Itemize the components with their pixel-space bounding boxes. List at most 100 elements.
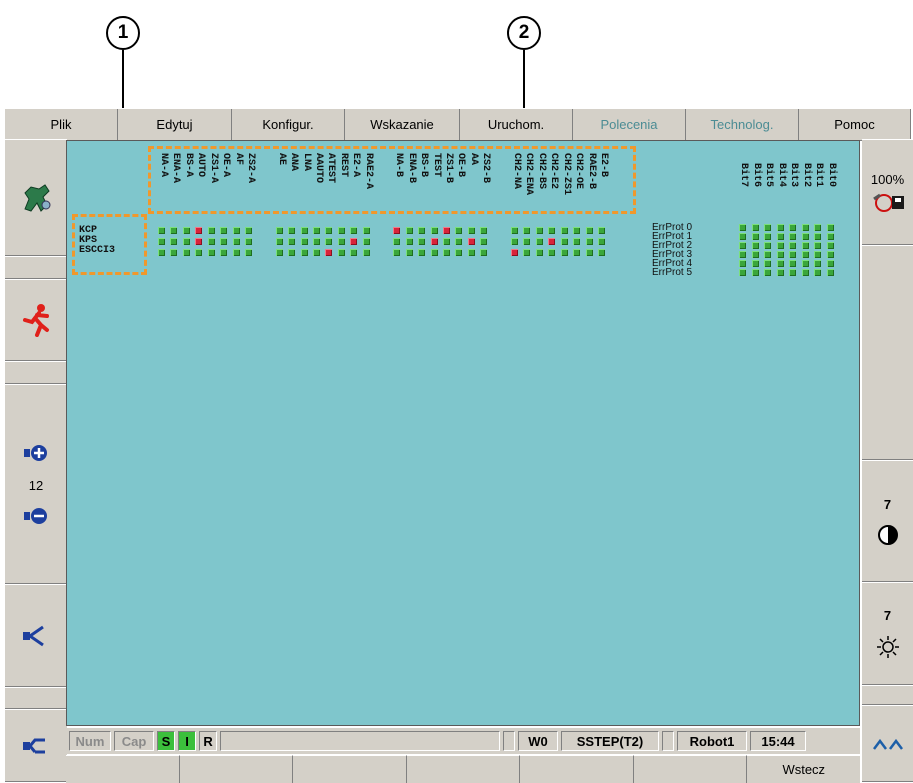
err-prot-5: ErrProt 5 [652, 267, 693, 278]
io-led [597, 238, 605, 245]
signal-label: CH2-ZS1 [560, 153, 572, 196]
io-led [275, 238, 283, 245]
io-led [288, 249, 296, 256]
io-led [535, 249, 543, 256]
io-led [275, 227, 283, 234]
menu-technolog[interactable]: Technolog. [686, 109, 799, 140]
io-led [300, 249, 308, 256]
io-led [207, 227, 215, 234]
override-button[interactable]: 100% [862, 139, 913, 245]
io-led [597, 227, 605, 234]
io-led [455, 227, 463, 234]
toggle-sidebar-button[interactable] [862, 705, 913, 782]
io-led [523, 249, 531, 256]
err-prot-led [751, 224, 759, 231]
menu-uruchom[interactable]: Uruchom. [460, 109, 573, 140]
softkey-2[interactable] [179, 755, 294, 783]
io-led [510, 238, 518, 245]
err-prot-led [751, 242, 759, 249]
signal-label: AA [467, 153, 479, 166]
io-led [467, 249, 475, 256]
tool-icon [23, 738, 45, 753]
io-led [182, 238, 190, 245]
menu-pomoc[interactable]: Pomoc [799, 109, 911, 140]
err-prot-led [739, 224, 746, 231]
softkey-1[interactable] [66, 755, 180, 783]
running-man-icon [23, 304, 49, 337]
jog-keys: 12 [5, 384, 67, 584]
robot-name: Robot1 [677, 731, 747, 751]
err-prot-led [739, 251, 746, 258]
io-led [337, 249, 345, 256]
signal-label: CH2-OE [573, 153, 585, 190]
io-led [207, 249, 215, 256]
menu-edytuj[interactable]: Edytuj [118, 109, 232, 140]
signal-label: CH2-E2 [548, 153, 560, 190]
jog-plus-icon[interactable] [22, 444, 50, 462]
signal-label: RAE2-B [585, 153, 597, 190]
sidebar-spacer-3 [5, 687, 67, 709]
io-led [220, 249, 228, 256]
softkey-3[interactable] [293, 755, 407, 783]
menu-polecenia[interactable]: Polecenia [573, 109, 686, 140]
io-led [232, 249, 240, 256]
io-led [158, 238, 165, 245]
io-led [245, 227, 253, 234]
err-prot-led [739, 260, 746, 267]
tool-button[interactable] [5, 709, 67, 782]
signal-label: BS-B [418, 153, 430, 178]
io-led [312, 249, 320, 256]
err-prot-led [764, 233, 771, 240]
signal-label: AAUTO [312, 153, 324, 184]
err-prot-led [801, 260, 809, 267]
clock: 15:44 [750, 731, 806, 751]
io-led [158, 249, 165, 256]
back-button[interactable]: Wstecz [747, 755, 861, 783]
program-run-button[interactable] [5, 279, 67, 361]
drives-robot-icon [24, 183, 51, 212]
io-led [232, 238, 240, 245]
menu-wskazanie[interactable]: Wskazanie [345, 109, 460, 140]
signal-label: NA-B [393, 153, 405, 178]
io-display: KCP KPS ESCCI3 NA-A ENA-A BS-A AUTO ZS1-A OE-… [66, 140, 860, 726]
err-prot-led [764, 269, 771, 276]
signal-label: BS-A [182, 153, 194, 178]
io-led [480, 227, 488, 234]
io-led [362, 227, 370, 234]
signal-label: ZS1-A [207, 153, 219, 184]
io-led [480, 238, 488, 245]
err-prot-led [789, 269, 796, 276]
brightness-button[interactable]: 7 [862, 582, 913, 685]
gripper-button[interactable] [5, 584, 67, 687]
contrast-button[interactable]: 7 [862, 460, 913, 582]
io-led [245, 249, 253, 256]
signal-label: ENA-A [170, 153, 182, 184]
menu-plik[interactable]: Plik [5, 109, 118, 140]
softkey-5[interactable] [520, 755, 634, 783]
bit-label: Bit4 [775, 163, 787, 188]
io-led [195, 227, 203, 234]
io-led [245, 238, 253, 245]
err-prot-led [826, 233, 834, 240]
err-prot-led [776, 260, 784, 267]
softkey-6[interactable] [633, 755, 748, 783]
err-prot-led [826, 269, 834, 276]
jog-minus-icon[interactable] [22, 507, 50, 525]
io-led [393, 249, 401, 256]
io-led [455, 249, 463, 256]
status-drives-button[interactable] [5, 139, 67, 256]
io-led [405, 249, 413, 256]
err-prot-led [776, 242, 784, 249]
menu-konfigur[interactable]: Konfigur. [232, 109, 345, 140]
bit-label: Bit5 [763, 163, 774, 188]
jog-count: 12 [28, 477, 44, 493]
err-prot-led [814, 260, 821, 267]
err-prot-led [739, 233, 746, 240]
softkey-bar: Wstecz [66, 755, 861, 783]
io-led [560, 227, 568, 234]
softkey-4[interactable] [406, 755, 521, 783]
callout-1: 1 [106, 16, 140, 50]
err-prot-led [801, 224, 809, 231]
signal-label: ZS2-B [480, 153, 492, 184]
io-led [597, 249, 605, 256]
